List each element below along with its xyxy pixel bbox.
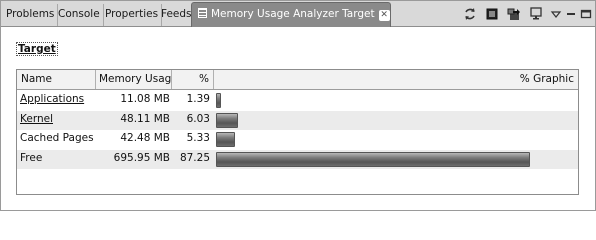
minimize-icon[interactable]	[564, 7, 578, 21]
cell-name: Free	[20, 151, 43, 164]
column-header-memory-usage[interactable]: Memory Usage	[96, 70, 172, 89]
cell-percent: 87.25	[179, 151, 210, 164]
percent-bar-track	[216, 132, 576, 147]
column-header-percent-graphic[interactable]: % Graphic	[214, 70, 578, 89]
refresh-icon[interactable]	[463, 7, 477, 21]
memory-usage-table: Name Memory Usage % % Graphic Applicatio…	[16, 69, 579, 195]
column-header-percent[interactable]: %	[172, 70, 214, 89]
list-view-icon	[198, 8, 207, 18]
cell-name: Cached Pages	[20, 132, 94, 144]
cell-memory-usage: 42.48 MB	[120, 132, 170, 144]
cell-memory-usage: 695.95 MB	[113, 151, 170, 164]
cell-percent: 6.03	[186, 112, 210, 125]
percent-bar	[216, 132, 235, 147]
cell-name[interactable]: Applications	[20, 91, 96, 110]
table-row[interactable]: Free 695.95 MB 87.25	[17, 149, 578, 169]
monitor-icon[interactable]	[529, 7, 543, 21]
cell-memory-usage: 48.11 MB	[120, 112, 170, 125]
cell-memory-usage: 11.08 MB	[120, 93, 170, 105]
tab-console[interactable]: Console	[55, 4, 104, 26]
tab-problems[interactable]: Problems	[3, 4, 59, 26]
table-row[interactable]: Kernel 48.11 MB 6.03	[17, 110, 578, 130]
view-menu-icon[interactable]	[549, 7, 563, 21]
maximize-icon[interactable]	[579, 7, 593, 21]
table-row[interactable]: Cached Pages 42.48 MB 5.33	[17, 130, 578, 149]
tab-feeds[interactable]: Feeds	[158, 4, 196, 26]
tab-memory-usage-analyzer-target[interactable]: Memory Usage Analyzer Target ✕	[191, 2, 391, 27]
close-icon[interactable]: ✕	[378, 10, 390, 21]
memory-usage-view: Problems Console Properties Feeds Memory…	[0, 0, 596, 211]
section-title-target[interactable]: Target	[16, 42, 58, 56]
percent-bar	[216, 93, 221, 108]
percent-bar-track	[216, 151, 576, 167]
memory-chip-icon[interactable]	[485, 7, 499, 21]
percent-bar	[216, 112, 238, 128]
percent-bar-track	[216, 112, 576, 128]
table-header: Name Memory Usage % % Graphic	[17, 70, 578, 90]
cell-percent: 5.33	[186, 132, 210, 144]
table-row[interactable]: Applications 11.08 MB 1.39	[17, 91, 578, 110]
active-tab-label: Memory Usage Analyzer Target	[211, 8, 375, 20]
cell-percent: 1.39	[186, 93, 210, 105]
export-icon[interactable]	[507, 7, 521, 21]
percent-bar	[216, 151, 530, 167]
percent-bar-track	[216, 93, 576, 108]
cell-name[interactable]: Kernel	[20, 111, 96, 130]
tab-properties[interactable]: Properties	[102, 4, 163, 26]
view-tab-bar: Problems Console Properties Feeds Memory…	[1, 1, 595, 27]
column-header-name[interactable]: Name	[17, 70, 96, 89]
